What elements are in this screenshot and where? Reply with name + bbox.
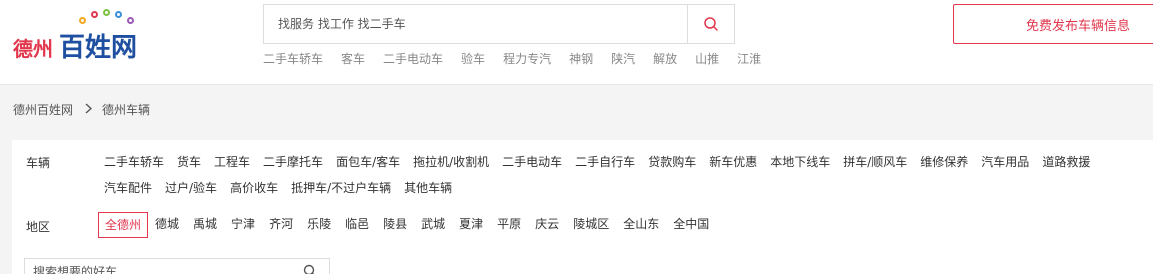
hot-link[interactable]: 程力专汽 [503, 50, 551, 67]
region-filter-item[interactable]: 陵县 [376, 212, 414, 238]
breadcrumb-item-current: 德州车辆 [102, 103, 151, 117]
vehicle-filter-item[interactable]: 过户/验车 [165, 180, 217, 196]
breadcrumb: 德州百姓网 德州车辆 [13, 101, 150, 118]
vehicle-filter-item[interactable]: 汽车配件 [104, 180, 152, 196]
vehicle-filter-item[interactable]: 拖拉机/收割机 [413, 154, 489, 170]
vehicle-filter-item[interactable]: 拼车/顺风车 [843, 154, 907, 170]
vehicle-filter-item[interactable]: 货车 [177, 154, 201, 170]
site-logo[interactable]: 德州 百姓网 [13, 9, 163, 63]
vehicle-filter-item[interactable]: 其他车辆 [404, 180, 452, 196]
region-filter-list: 全德州 德城 禹城 宁津 齐河 乐陵 临邑 陵县 武城 夏津 平原 庆云 陵城区… [98, 212, 716, 238]
logo-city: 德州 [13, 37, 53, 61]
car-search-box [24, 258, 330, 274]
publish-vehicle-button[interactable]: 免费发布车辆信息 [953, 4, 1153, 44]
hot-link[interactable]: 验车 [461, 50, 485, 67]
logo-dots-icon [79, 9, 149, 25]
vehicle-filter-item[interactable]: 二手摩托车 [263, 154, 323, 170]
site-search [263, 4, 735, 44]
hot-link[interactable]: 江淮 [737, 50, 761, 67]
region-filter-item-active[interactable]: 全德州 [98, 212, 149, 238]
vehicle-filter-item[interactable]: 二手自行车 [575, 154, 635, 170]
hot-link[interactable]: 山推 [695, 50, 719, 67]
region-filter-item[interactable]: 禹城 [186, 212, 224, 238]
vehicle-filter-list: 二手车轿车 货车 工程车 二手摩托车 面包车/客车 拖拉机/收割机 二手电动车 … [104, 154, 1144, 196]
region-filter-item[interactable]: 武城 [414, 212, 452, 238]
search-button[interactable] [687, 5, 734, 43]
filter-panel: 车辆 二手车轿车 货车 工程车 二手摩托车 面包车/客车 拖拉机/收割机 二手电… [12, 140, 1153, 274]
hot-link[interactable]: 二手电动车 [383, 50, 443, 67]
hot-link[interactable]: 解放 [653, 50, 677, 67]
region-filter-item[interactable]: 平原 [490, 212, 528, 238]
site-header: 德州 百姓网 二手车轿车 客车 二手电动车 验车 程力专汽 神钢 陕汽 解放 山… [0, 0, 1153, 85]
hot-link[interactable]: 神钢 [569, 50, 593, 67]
hot-link[interactable]: 客车 [341, 50, 365, 67]
region-filter-item[interactable]: 全中国 [666, 212, 716, 238]
hot-link[interactable]: 二手车轿车 [263, 50, 323, 67]
vehicle-filter-item[interactable]: 高价收车 [230, 180, 278, 196]
vehicle-filter-item[interactable]: 维修保养 [920, 154, 968, 170]
region-filter-item[interactable]: 全山东 [616, 212, 666, 238]
breadcrumb-item-home[interactable]: 德州百姓网 [13, 101, 73, 118]
region-filter-item[interactable]: 宁津 [224, 212, 262, 238]
vehicle-filter-item[interactable]: 新车优惠 [709, 154, 757, 170]
region-filter-item[interactable]: 陵城区 [566, 212, 616, 238]
region-filter-item[interactable]: 临邑 [338, 212, 376, 238]
vehicle-filter-item[interactable]: 贷款购车 [648, 154, 696, 170]
search-input[interactable] [264, 5, 689, 43]
vehicle-filter-item[interactable]: 本地下线车 [770, 154, 830, 170]
vehicle-filter-item[interactable]: 抵押车/不过户车辆 [291, 180, 391, 196]
chevron-right-icon [85, 102, 93, 117]
search-icon [704, 17, 718, 31]
search-icon[interactable] [303, 264, 317, 274]
vehicle-filter-label: 车辆 [26, 156, 51, 170]
region-filter-item[interactable]: 庆云 [528, 212, 566, 238]
vehicle-filter-item[interactable]: 二手车轿车 [104, 154, 164, 170]
car-search-input[interactable] [25, 259, 295, 274]
vehicle-filter-item[interactable]: 二手电动车 [502, 154, 562, 170]
vehicle-filter-item[interactable]: 汽车用品 [981, 154, 1029, 170]
hot-link[interactable]: 陕汽 [611, 50, 635, 67]
vehicle-filter-item[interactable]: 工程车 [214, 154, 250, 170]
region-filter-item[interactable]: 夏津 [452, 212, 490, 238]
region-filter-item[interactable]: 齐河 [262, 212, 300, 238]
vehicle-filter-item[interactable]: 道路救援 [1042, 154, 1090, 170]
region-filter-item[interactable]: 乐陵 [300, 212, 338, 238]
region-filter-label: 地区 [26, 220, 51, 234]
logo-brand: 百姓网 [59, 33, 138, 63]
region-filter-item[interactable]: 德城 [148, 212, 186, 238]
hot-search-links: 二手车轿车 客车 二手电动车 验车 程力专汽 神钢 陕汽 解放 山推 江淮 [263, 50, 761, 67]
vehicle-filter-item[interactable]: 面包车/客车 [336, 154, 400, 170]
